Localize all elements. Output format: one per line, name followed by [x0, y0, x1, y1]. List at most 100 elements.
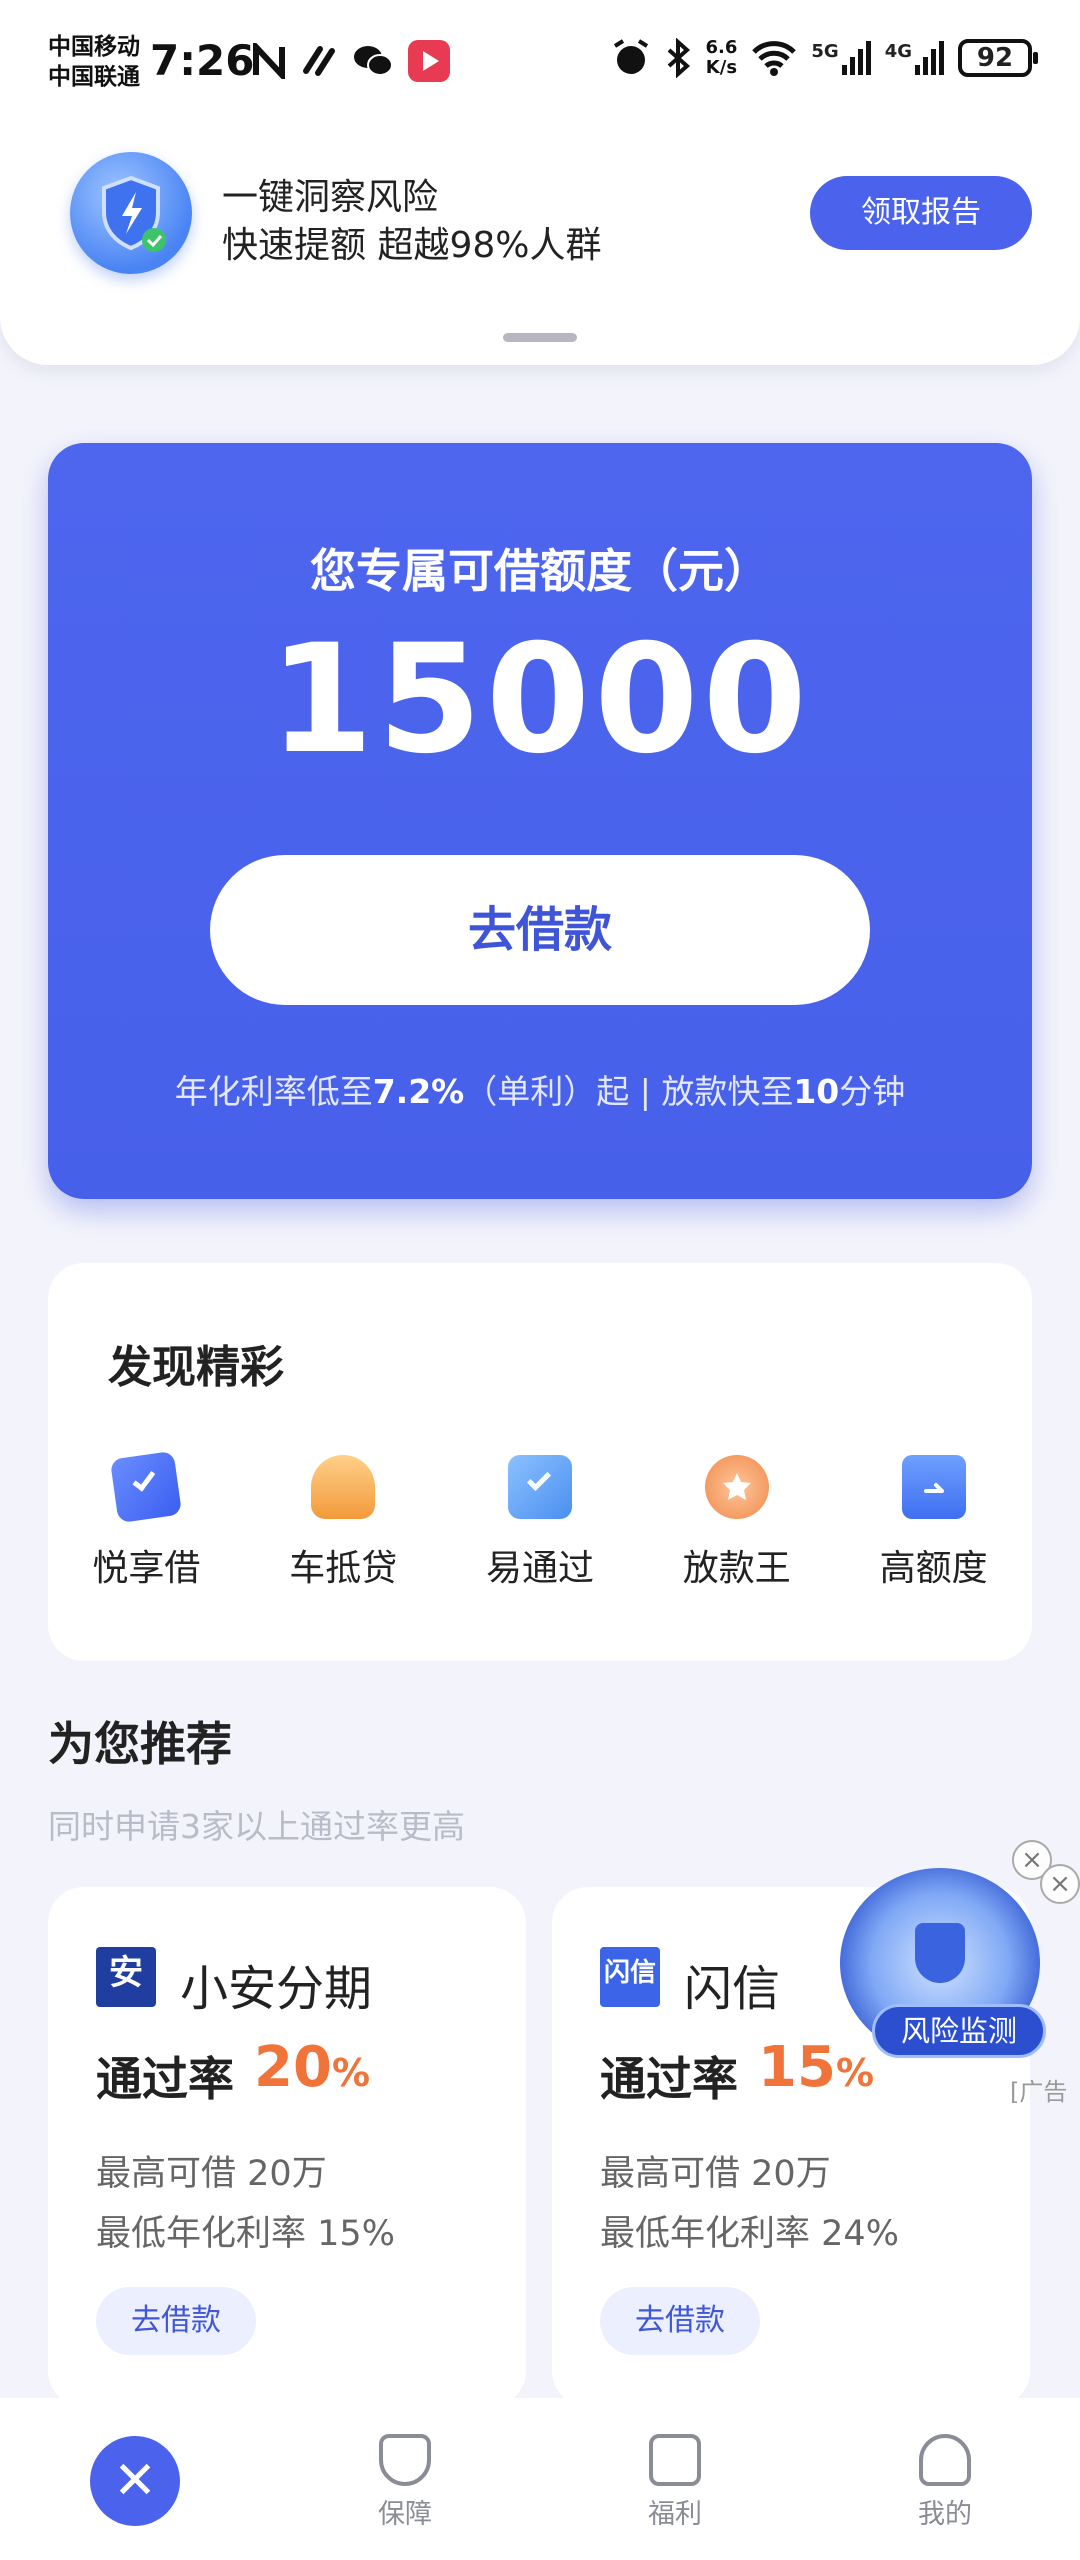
pass-rate-unit: %	[331, 2051, 371, 2095]
discover-item-fangkuanwang[interactable]: 放款王	[638, 1455, 835, 1591]
loan-name: 闪信	[684, 1961, 781, 2017]
pass-rate-value: 20%	[254, 2035, 370, 2100]
max-label: 最高可借	[96, 2154, 237, 2194]
discover-item-label: 车抵贷	[289, 1548, 398, 1589]
nav-label: 保障	[378, 2499, 432, 2530]
nav-label: 我的	[918, 2499, 972, 2530]
get-report-button[interactable]: 领取报告	[810, 176, 1032, 250]
min-rate-label: 最低年化利率	[96, 2214, 307, 2254]
pass-rate-label: 通过率	[96, 2052, 234, 2106]
bluetooth-icon	[668, 38, 691, 78]
speed-value: 6.6	[705, 37, 738, 58]
network-speed: 6.6 K/s	[705, 38, 737, 78]
pass-rate-label: 通过率	[600, 2052, 738, 2106]
carrier-2: 中国联通	[48, 64, 140, 90]
discover-item-yuexiangjie[interactable]: 悦享借	[48, 1450, 245, 1591]
loan-card-xiaoan[interactable]: 安 小安分期 通过率 20% 最高可借 20万 最低年化利率 15% 去借款	[48, 1887, 526, 2407]
alarm-icon	[614, 39, 649, 74]
borrow-button[interactable]: 去借款	[210, 855, 870, 1005]
calendar-check-icon	[649, 2434, 701, 2486]
risk-shield-icon	[70, 152, 192, 274]
note-text-3: 分钟	[839, 1072, 906, 1111]
nav-benefits[interactable]: 福利	[540, 2398, 810, 2560]
discover-item-yitongguo[interactable]: 易通过	[442, 1455, 639, 1591]
risk-monitor-label: 风险监测	[872, 2004, 1046, 2058]
carrier-1: 中国移动	[48, 34, 140, 60]
note-text-2: （单利）起 | 放款快至	[464, 1072, 794, 1111]
wifi-icon	[752, 41, 797, 76]
person-icon	[919, 2434, 971, 2486]
max-amount: 最高可借 20万	[96, 2145, 327, 2196]
nav-mine[interactable]: 我的	[810, 2398, 1080, 2560]
bottom-nav: ✕ 保障 福利 我的	[0, 2398, 1080, 2560]
car-loan-icon	[311, 1455, 376, 1519]
discover-item-gaoedu[interactable]: 高额度	[835, 1455, 1032, 1591]
loan-borrow-button[interactable]: 去借款	[600, 2287, 760, 2355]
wechat-icon	[354, 46, 393, 76]
pass-rate-number: 15	[758, 2035, 836, 2100]
system-icons: 6.6 K/s 5G 4G 92	[611, 38, 1038, 78]
pass-rate-number: 20	[254, 2035, 332, 2100]
discover-item-label: 高额度	[879, 1548, 988, 1589]
notification-icons	[252, 40, 450, 82]
loan-name: 小安分期	[180, 1961, 373, 2017]
credit-note: 年化利率低至7.2%（单利）起 | 放款快至10分钟	[48, 1065, 1032, 1113]
clock: 7:26	[150, 36, 255, 85]
battery-indicator: 92	[958, 39, 1038, 77]
folder-icon	[901, 1455, 966, 1519]
discover-title: 发现精彩	[108, 1342, 284, 1393]
note-text-1: 年化利率低至	[174, 1072, 373, 1111]
signal-5g: 5G	[811, 41, 871, 75]
nav-protection[interactable]: 保障	[270, 2398, 540, 2560]
discover-item-label: 放款王	[682, 1548, 791, 1589]
discover-section: 发现精彩 悦享借 车抵贷 易通过 放款王 高额度	[48, 1263, 1032, 1661]
xiaoan-logo: 安	[96, 1947, 156, 2007]
discover-items: 悦享借 车抵贷 易通过 放款王 高额度	[48, 1450, 1032, 1591]
note-rate: 7.2%	[372, 1072, 465, 1111]
ad-tag-text: 广告	[1019, 2078, 1068, 2106]
speed-unit: K/s	[705, 57, 738, 78]
nfc-icon	[253, 43, 285, 79]
shield-icon	[915, 1923, 965, 1983]
max-value: 20万	[751, 2154, 831, 2194]
min-rate: 最低年化利率 24%	[600, 2205, 899, 2256]
min-rate-label: 最低年化利率	[600, 2214, 811, 2254]
carrier-names: 中国移动 中国联通	[48, 32, 140, 92]
max-amount: 最高可借 20万	[600, 2145, 831, 2196]
credit-limit-card: 您专属可借额度（元） 15000 去借款 年化利率低至7.2%（单利）起 | 放…	[48, 443, 1032, 1199]
home-logo-icon: ✕	[90, 2436, 180, 2526]
close-icon[interactable]: ×	[1040, 1864, 1080, 1904]
video-app-icon	[408, 40, 450, 82]
top-sheet: 中国移动 中国联通 7:26 6.6 K/s 5G 4G 92 一键洞察风险 快…	[0, 0, 1080, 365]
net-type-1: 5G	[811, 41, 839, 62]
min-rate: 最低年化利率 15%	[96, 2205, 395, 2256]
risk-monitor-float-ad[interactable]: 风险监测	[830, 1868, 1050, 2068]
banner-subtitle: 快速提额 超越98%人群	[222, 225, 602, 266]
card-check-icon	[110, 1450, 183, 1524]
medal-icon	[704, 1455, 769, 1519]
shield-check-icon	[379, 2434, 431, 2486]
recommend-title: 为您推荐	[48, 1717, 232, 1771]
discover-item-label: 易通过	[485, 1548, 594, 1589]
link-icon	[303, 46, 335, 76]
recommend-subtitle: 同时申请3家以上通过率更高	[48, 1807, 465, 1846]
status-bar: 中国移动 中国联通 7:26 6.6 K/s 5G 4G 92	[0, 0, 1080, 128]
credit-amount: 15000	[269, 613, 811, 787]
note-time: 10	[793, 1072, 840, 1111]
nav-home[interactable]: ✕	[0, 2398, 270, 2560]
min-rate-value: 24%	[821, 2214, 899, 2254]
loan-borrow-button[interactable]: 去借款	[96, 2287, 256, 2355]
max-label: 最高可借	[600, 2154, 741, 2194]
banner-title: 一键洞察风险	[222, 177, 439, 218]
discover-item-label: 悦享借	[92, 1548, 201, 1589]
min-rate-value: 15%	[317, 2214, 395, 2254]
ad-tag: [广告	[1010, 2078, 1068, 2106]
nav-label: 福利	[648, 2499, 702, 2530]
check-doc-icon	[507, 1455, 572, 1519]
max-value: 20万	[247, 2154, 327, 2194]
shanxin-logo: 闪信	[600, 1947, 660, 2007]
discover-item-chedidai[interactable]: 车抵贷	[245, 1455, 442, 1591]
signal-4g: 4G	[885, 41, 944, 75]
sheet-drag-handle[interactable]	[503, 333, 577, 342]
net-type-2: 4G	[884, 41, 912, 62]
